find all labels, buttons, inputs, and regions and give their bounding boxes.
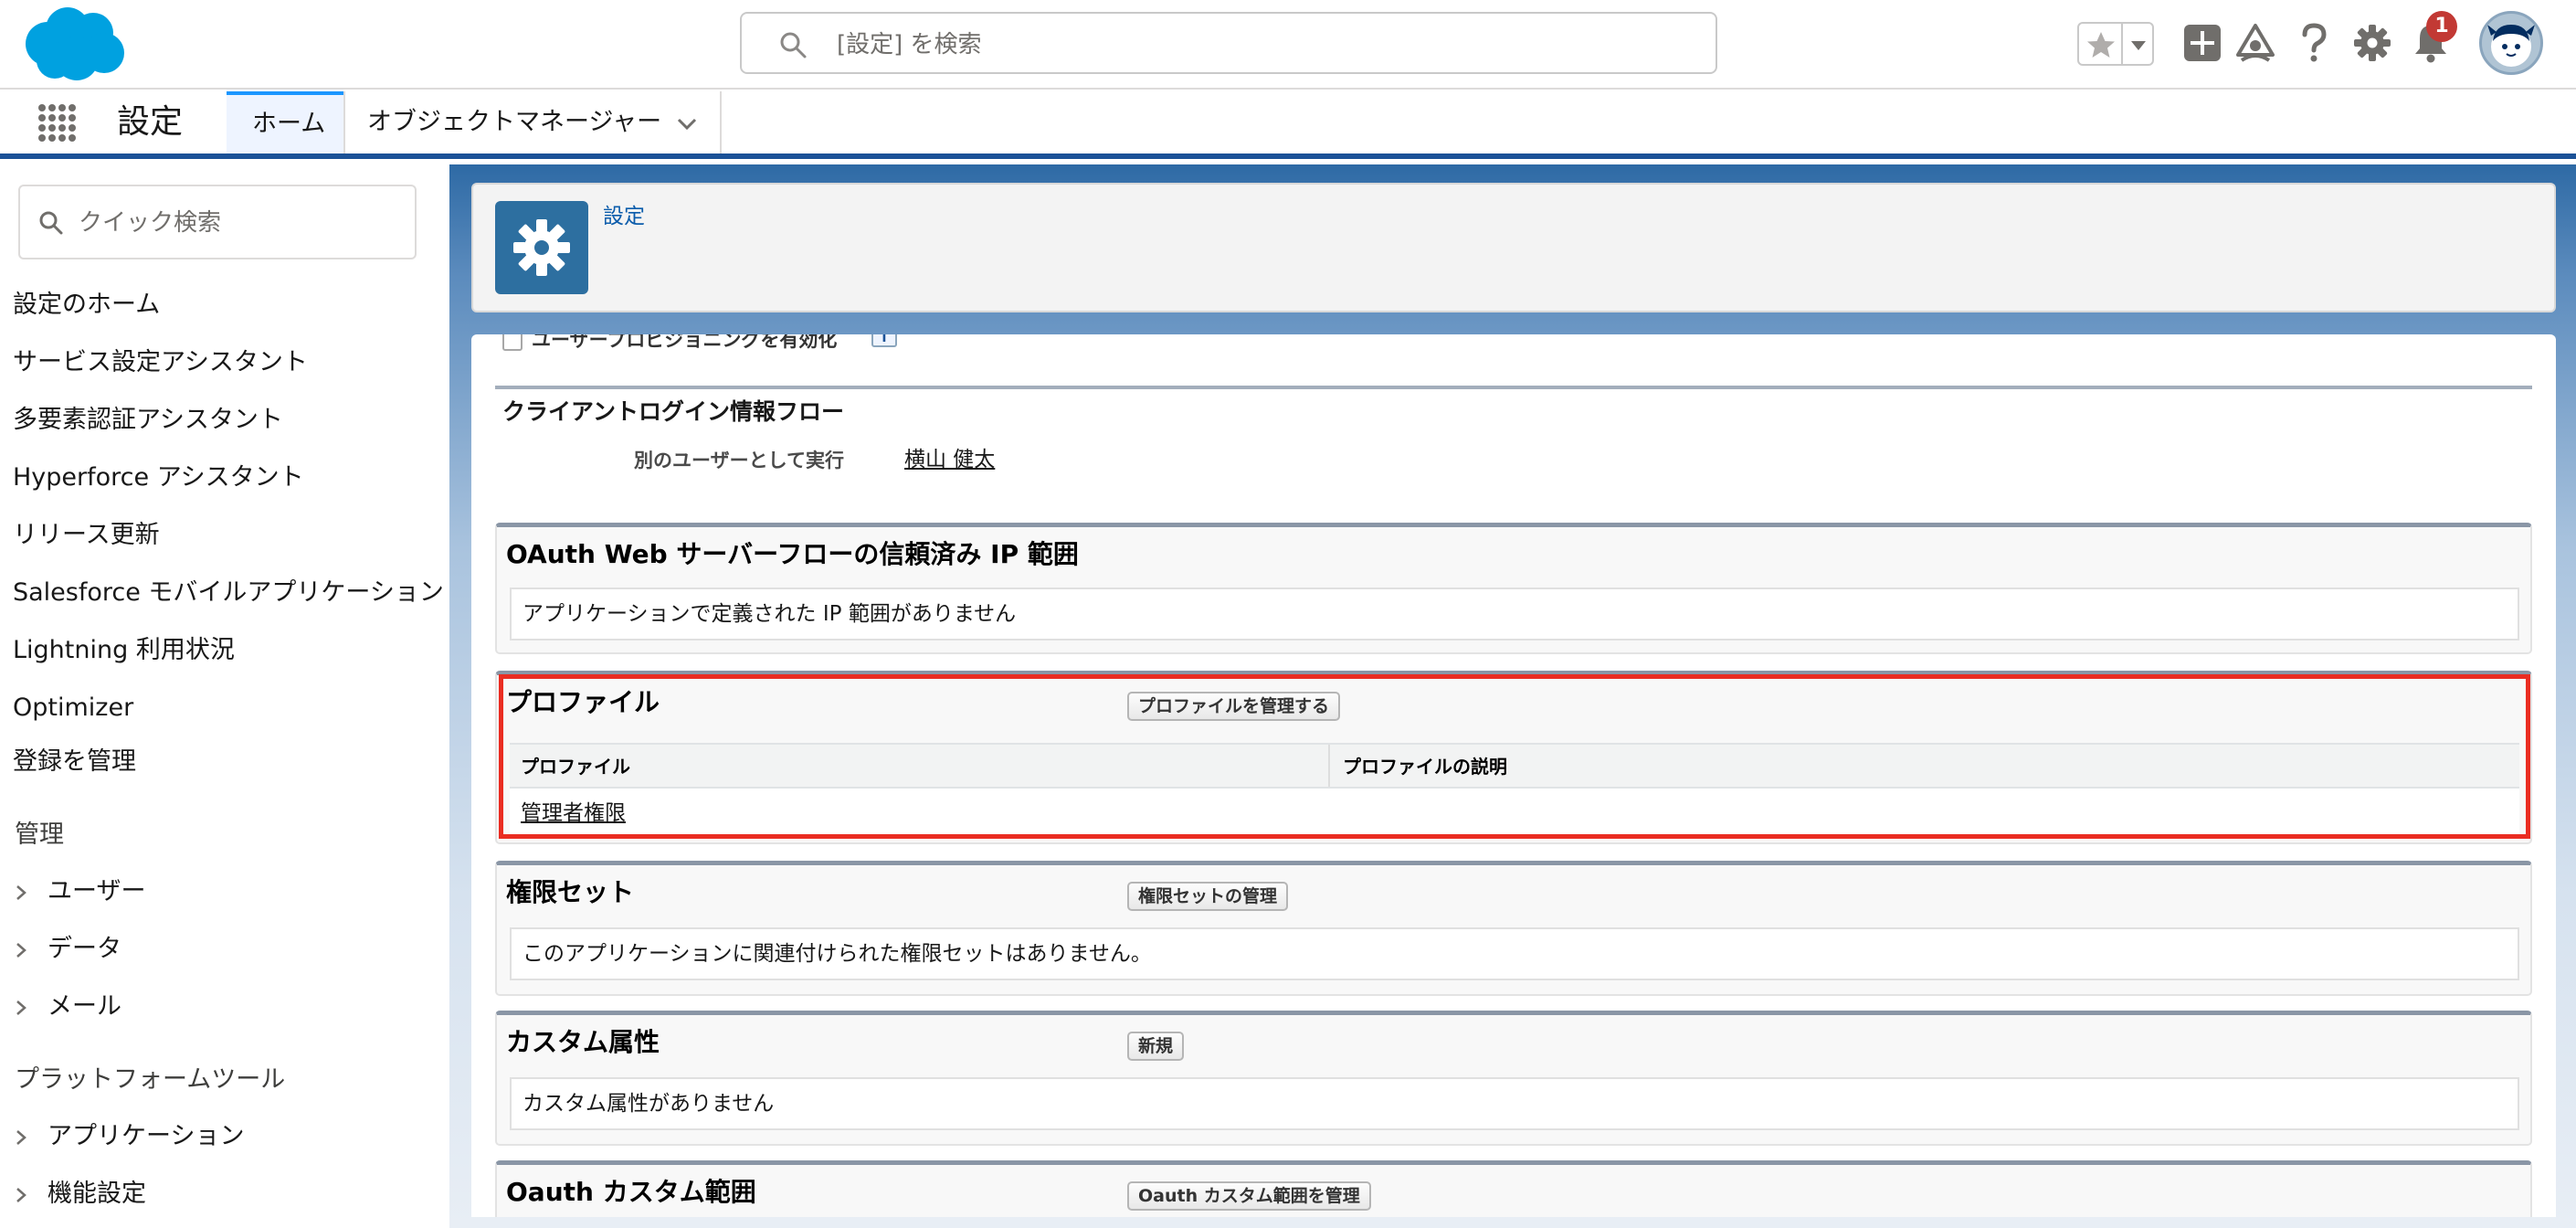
empty-message-text: カスタム属性がありません bbox=[523, 1092, 775, 1116]
user-provisioning-checkbox[interactable] bbox=[502, 334, 523, 351]
custom-attributes-section: カスタム属性 新規 カスタム属性がありません bbox=[495, 1011, 2532, 1146]
section-title: Oauth カスタム範囲 bbox=[506, 1177, 756, 1207]
highlight-box bbox=[499, 674, 2530, 839]
chevron-right-icon bbox=[16, 885, 26, 900]
help-icon[interactable] bbox=[2291, 20, 2337, 66]
divider bbox=[2121, 24, 2123, 64]
permission-sets-section: 権限セット 権限セットの管理 このアプリケーションに関連付けられた権限セットはあ… bbox=[495, 861, 2532, 996]
global-header: [設定] を検索 1 bbox=[0, 0, 2576, 90]
section-title: カスタム属性 bbox=[506, 1027, 660, 1057]
page-header: 設定 bbox=[471, 183, 2556, 312]
sidebar-item-lightning-usage[interactable]: Lightning 利用状況 bbox=[13, 634, 235, 667]
client-credentials-section: クライアントログイン情報フロー 別のユーザーとして実行 横山 健太 bbox=[495, 386, 2532, 486]
new-custom-attribute-button[interactable]: 新規 bbox=[1127, 1032, 1185, 1061]
section-title: 権限セット bbox=[506, 877, 635, 907]
chevron-right-icon bbox=[16, 1000, 26, 1015]
trailhead-icon[interactable] bbox=[2233, 20, 2278, 66]
setup-gear-icon bbox=[495, 201, 588, 294]
sidebar-item-setup-home[interactable]: 設定のホーム bbox=[13, 289, 160, 322]
sidebar-tree-label: データ bbox=[48, 935, 121, 963]
context-nav: 設定 ホーム オブジェクトマネージャー bbox=[0, 90, 2576, 159]
empty-message: このアプリケーションに関連付けられた権限セットはありません。 bbox=[510, 927, 2519, 980]
tab-home[interactable]: ホーム bbox=[227, 91, 343, 154]
trusted-ip-ranges-section: OAuth Web サーバーフローの信頼済み IP 範囲 アプリケーションで定義… bbox=[495, 523, 2532, 654]
sidebar-item-manage-subscriptions[interactable]: 登録を管理 bbox=[13, 746, 136, 778]
sidebar-item-mobile-app[interactable]: Salesforce モバイルアプリケーション bbox=[13, 577, 444, 609]
empty-message: カスタム属性がありません bbox=[510, 1077, 2519, 1130]
avatar[interactable] bbox=[2479, 11, 2543, 75]
app-launcher-icon[interactable] bbox=[37, 102, 77, 143]
salesforce-logo[interactable] bbox=[20, 5, 128, 82]
sidebar-tree-label: メール bbox=[48, 992, 121, 1021]
chevron-right-icon bbox=[16, 943, 26, 958]
sidebar-item-release-updates[interactable]: リリース更新 bbox=[13, 519, 160, 552]
sidebar-item-service-setup[interactable]: サービス設定アシスタント bbox=[13, 346, 308, 379]
app-detail-content: ユーザープロビジョニングを有効化 i クライアントログイン情報フロー 別のユーザ… bbox=[471, 334, 2556, 1217]
manage-permission-sets-button[interactable]: 権限セットの管理 bbox=[1127, 882, 1289, 911]
sidebar-item-optimizer[interactable]: Optimizer bbox=[13, 692, 133, 725]
section-title: OAuth Web サーバーフローの信頼済み IP 範囲 bbox=[506, 539, 1079, 569]
app-name: 設定 bbox=[117, 103, 184, 141]
chevron-right-icon bbox=[16, 1188, 26, 1202]
search-icon bbox=[780, 32, 807, 58]
sidebar-item-hyperforce[interactable]: Hyperforce アシスタント bbox=[13, 461, 304, 494]
info-icon[interactable]: i bbox=[871, 334, 897, 347]
section-title: クライアントログイン情報フロー bbox=[502, 398, 845, 425]
astro-avatar-icon bbox=[2487, 25, 2535, 67]
sidebar-tree-label: 機能設定 bbox=[48, 1180, 146, 1208]
favorites-group bbox=[2077, 22, 2154, 66]
sidebar-tree-label: ユーザー bbox=[48, 877, 146, 905]
star-icon[interactable] bbox=[2083, 27, 2119, 62]
quick-find-input[interactable]: クイック検索 bbox=[18, 185, 417, 259]
breadcrumb-setup[interactable]: 設定 bbox=[603, 203, 645, 230]
quick-find-placeholder: クイック検索 bbox=[79, 209, 222, 237]
manage-oauth-scopes-button[interactable]: Oauth カスタム範囲を管理 bbox=[1127, 1181, 1371, 1211]
empty-message-text: アプリケーションで定義された IP 範囲がありません bbox=[523, 602, 1017, 626]
tab-object-manager[interactable]: オブジェクトマネージャー bbox=[343, 91, 722, 154]
sidebar-section-admin: 管理 bbox=[15, 820, 64, 849]
empty-message: アプリケーションで定義された IP 範囲がありません bbox=[510, 588, 2519, 640]
setup-sidebar: クイック検索 設定のホーム サービス設定アシスタント 多要素認証アシスタント H… bbox=[0, 164, 449, 1228]
empty-message-text: このアプリケーションに関連付けられた権限セットはありません。 bbox=[523, 942, 1152, 966]
run-as-label: 別のユーザーとして実行 bbox=[634, 450, 844, 471]
search-icon bbox=[39, 211, 63, 235]
tab-object-manager-label: オブジェクトマネージャー bbox=[367, 108, 662, 136]
setup-search-input[interactable]: [設定] を検索 bbox=[740, 12, 1717, 74]
sidebar-tree-label: アプリケーション bbox=[48, 1122, 245, 1150]
gear-icon[interactable] bbox=[2349, 20, 2395, 66]
search-placeholder: [設定] を検索 bbox=[837, 31, 982, 58]
sidebar-section-platform-tools: プラットフォームツール bbox=[15, 1065, 286, 1094]
oauth-custom-scopes-section: Oauth カスタム範囲 Oauth カスタム範囲を管理 bbox=[495, 1160, 2532, 1217]
chevron-down-icon[interactable] bbox=[2127, 27, 2150, 62]
tab-home-label: ホーム bbox=[252, 110, 326, 138]
chevron-right-icon bbox=[16, 1130, 26, 1145]
chevron-down-icon[interactable] bbox=[674, 111, 700, 137]
sidebar-item-mfa-assistant[interactable]: 多要素認証アシスタント bbox=[13, 404, 283, 437]
add-icon[interactable] bbox=[2180, 20, 2225, 66]
run-as-user-link[interactable]: 横山 健太 bbox=[904, 446, 995, 473]
user-provisioning-label: ユーザープロビジョニングを有効化 bbox=[532, 334, 838, 351]
notification-badge: 1 bbox=[2426, 11, 2457, 42]
